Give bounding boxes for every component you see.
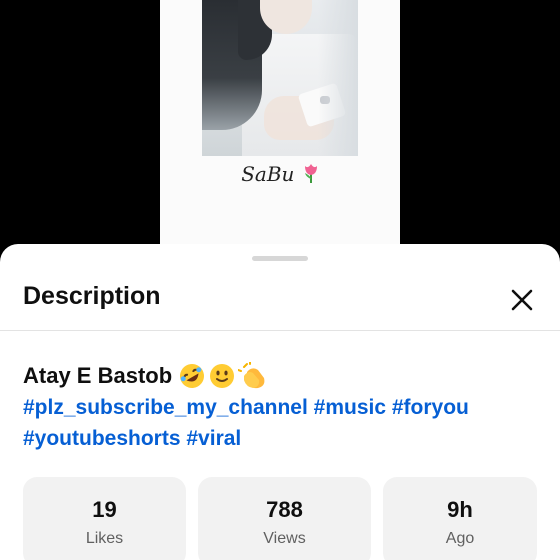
likes-stat: 19 Likes <box>23 477 186 560</box>
video-frame: SaBu <box>160 0 400 260</box>
hashtag-link[interactable]: #music <box>314 396 386 419</box>
slightly-smiling-face-emoji <box>210 364 235 388</box>
drag-handle[interactable] <box>252 256 308 261</box>
close-icon <box>511 289 533 311</box>
watermark-text: SaBu <box>241 162 295 186</box>
hashtag-link[interactable]: #youtubeshorts <box>23 427 181 450</box>
likes-count: 19 <box>92 497 117 522</box>
header-divider <box>0 330 560 331</box>
description-sheet: Description Atay E Bastob #plz_subscribe… <box>0 244 560 560</box>
video-stats: 19 Likes 788 Views 9h Ago <box>23 477 537 560</box>
views-label: Views <box>263 530 306 547</box>
views-count: 788 <box>266 497 303 522</box>
video-preview[interactable]: SaBu <box>0 0 560 260</box>
hashtag-link[interactable]: #viral <box>186 427 241 450</box>
likes-label: Likes <box>85 530 124 547</box>
video-thumbnail-photo <box>202 0 358 156</box>
video-title: Atay E Bastob <box>23 362 268 390</box>
age-value: 9h <box>447 497 473 522</box>
clapping-hands-emoji <box>238 362 265 389</box>
hashtag-link[interactable]: #plz_subscribe_my_channel <box>23 396 308 419</box>
tulip-icon <box>303 163 319 188</box>
hashtags: #plz_subscribe_my_channel #music #foryou… <box>23 392 543 454</box>
age-label: Ago <box>445 530 475 547</box>
video-title-text: Atay E Bastob <box>23 363 173 388</box>
sheet-title: Description <box>23 282 161 310</box>
close-button[interactable] <box>502 280 542 320</box>
rolling-on-floor-laughing-emoji <box>180 364 205 388</box>
age-stat: 9h Ago <box>383 477 537 560</box>
sheet-header: Description <box>0 272 560 330</box>
video-watermark: SaBu <box>160 162 400 188</box>
title-emojis <box>178 362 268 390</box>
views-stat: 788 Views <box>198 477 371 560</box>
hashtag-link[interactable]: #foryou <box>392 396 469 419</box>
